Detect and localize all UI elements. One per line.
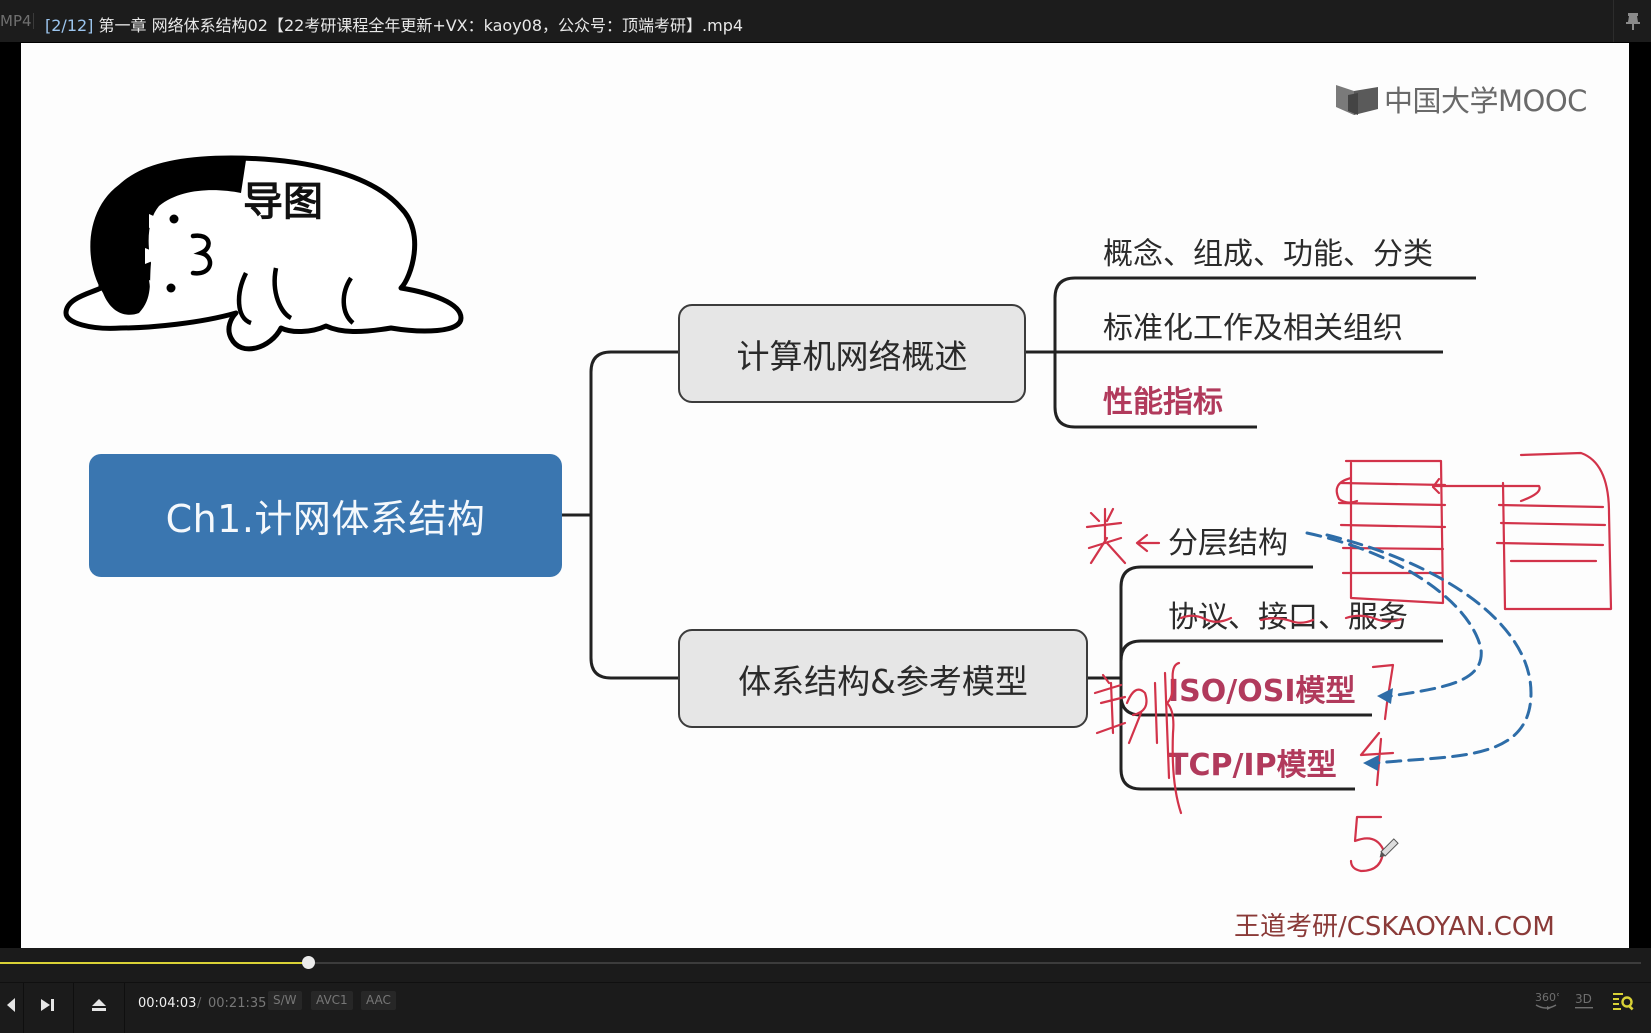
video-canvas[interactable]: 中国大学MOOC 导图 Ch1.计网体系结构 计算机网络概述 体系结构&参考模型… [21,43,1629,948]
next-button[interactable] [24,983,72,1027]
control-divider [124,983,125,1033]
format-label: MP4 [0,12,32,30]
360-icon: 360° [1535,991,1559,1010]
sketch-arrow [1431,484,1541,503]
annotation-instance-chars [1093,671,1171,780]
3d-button[interactable]: 3D [1574,989,1596,1013]
seek-handle[interactable] [302,956,316,969]
playlist-search-button[interactable] [1612,989,1636,1013]
playlist-index: [2/12] [45,16,94,35]
annotation-five [1349,815,1385,873]
underline-squiggle [1344,614,1403,623]
seek-bar-played [0,962,309,964]
window-title: [2/12] 第一章 网络体系结构02【22考研课程全年更新+VX：kaoy08… [45,12,743,36]
title-divider [1613,0,1614,42]
3d-icon: 3D [1575,992,1593,1009]
watermark: 王道考研/CSKAOYAN.COM [1234,912,1555,942]
file-name: 第一章 网络体系结构02【22考研课程全年更新+VX：kaoy08，公众号：顶端… [93,16,744,35]
svg-text:360°: 360° [1535,991,1559,1004]
previous-button[interactable] [0,983,22,1027]
total-time: 00:21:35 [208,996,267,1011]
annotation-class-char [1085,507,1161,565]
previous-icon [7,998,15,1012]
title-separator [33,13,34,29]
seek-bar[interactable] [0,956,1641,969]
dashed-arrow-tcpip [1325,533,1533,765]
sketch-layer-stack-left [1335,459,1447,605]
eject-icon [92,999,106,1011]
pin-icon [1626,13,1640,30]
sketch-layer-stack-right [1495,451,1613,611]
next-icon [41,999,54,1011]
title-bar: MP4 [2/12] 第一章 网络体系结构02【22考研课程全年更新+VX：ka… [0,0,1651,42]
brace-left [1165,661,1183,815]
arrowhead-osi [1377,688,1393,704]
current-time: 00:04:03 [138,996,197,1011]
pen-annotations [1085,451,1613,873]
control-row: 00:04:03 / 00:21:35 S/W AVC1 AAC 360° 3D [0,982,1651,1033]
underline-squiggle [1179,614,1233,623]
svg-text:3D: 3D [1575,992,1592,1006]
underline-squiggle [1259,617,1315,624]
eject-button[interactable] [74,983,124,1027]
pen-cursor-icon [1379,838,1399,858]
badge-video-codec[interactable]: AVC1 [311,991,353,1010]
badge-audio-codec[interactable]: AAC [361,991,396,1010]
arrowhead-tcpip [1363,755,1379,771]
vr-360-button[interactable]: 360° [1533,989,1559,1013]
player-controls: 00:04:03 / 00:21:35 S/W AVC1 AAC 360° 3D [0,948,1651,1033]
pin-button[interactable] [1622,10,1644,32]
badge-decoder[interactable]: S/W [268,991,302,1010]
playlist-search-icon [1613,993,1634,1011]
time-separator: / [197,996,202,1011]
